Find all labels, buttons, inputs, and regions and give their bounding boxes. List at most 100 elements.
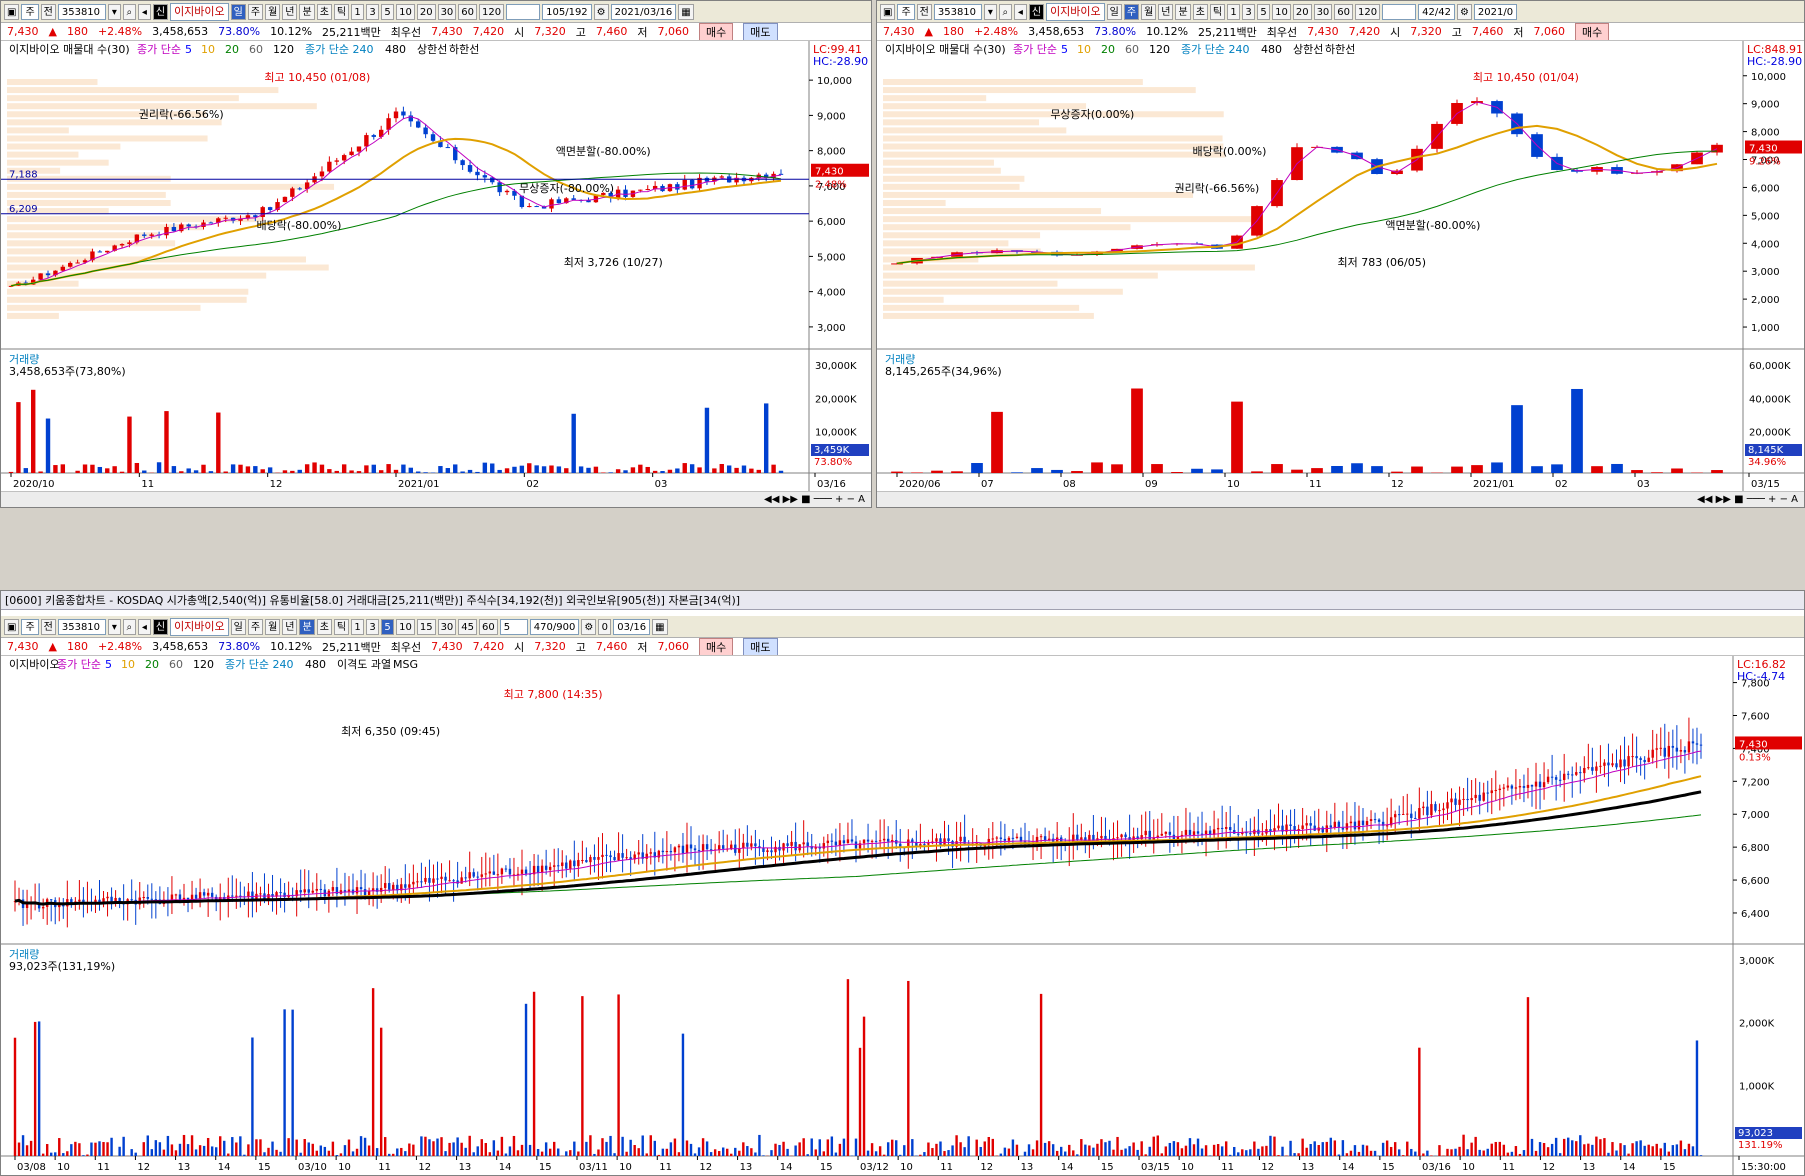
period-year[interactable]: 년 <box>282 618 298 635</box>
ticker-name[interactable]: 이지바이오 <box>170 2 229 21</box>
candle-body <box>1526 784 1530 788</box>
min-5[interactable]: 5 <box>381 618 395 635</box>
num-20[interactable]: 20 <box>416 3 436 20</box>
search-icon[interactable]: ⌕ <box>998 3 1012 20</box>
min-3[interactable]: 3 <box>366 618 380 635</box>
count-input[interactable] <box>1382 3 1417 20</box>
period-month[interactable]: 월 <box>265 3 281 20</box>
num-60[interactable]: 60 <box>1334 3 1354 20</box>
buy-button[interactable]: 매수 <box>699 23 734 40</box>
period-month[interactable]: 월 <box>265 618 281 635</box>
period-second[interactable]: 초 <box>1192 3 1208 20</box>
candle-body <box>665 850 669 853</box>
layout-icon[interactable]: ▣ <box>880 3 896 20</box>
num-10[interactable]: 10 <box>1272 3 1291 20</box>
buy-button[interactable]: 매수 <box>1575 23 1610 40</box>
ticker-name[interactable]: 이지바이오 <box>170 617 229 636</box>
code-input[interactable]: 353810 <box>57 618 106 635</box>
settings-icon[interactable]: ⚙ <box>1456 3 1472 20</box>
sound-icon[interactable]: ◂ <box>137 3 151 20</box>
nav-icons[interactable]: ◀◀ ▶▶ ■ ─── + − A <box>764 494 865 505</box>
num-10[interactable]: 10 <box>396 3 415 20</box>
period-tick[interactable]: 틱 <box>333 618 350 635</box>
period-week[interactable]: 주 <box>1123 3 1140 20</box>
search-icon[interactable]: ⌕ <box>122 3 136 20</box>
left-chart-svg[interactable]: 이지바이오 매물대 수(30) 종가 단순 5 10 20 60 120 종가 단순 240 4… <box>1 41 871 492</box>
period-month[interactable]: 월 <box>1141 3 1157 20</box>
period-week[interactable]: 주 <box>247 3 264 20</box>
nav-icons[interactable]: ◀◀ ▶▶ ■ ─── + − A <box>1697 494 1798 505</box>
all-button[interactable]: 전 <box>40 3 56 20</box>
period-week[interactable]: 주 <box>247 618 264 635</box>
settings-icon[interactable]: ⚙ <box>593 3 609 20</box>
volume-bar <box>890 1139 894 1156</box>
num-3[interactable]: 3 <box>366 3 380 20</box>
period-minute[interactable]: 분 <box>299 618 315 635</box>
checkbox-0[interactable]: 0 <box>598 618 612 635</box>
period-tick[interactable]: 틱 <box>1209 3 1226 20</box>
sell-button[interactable]: 매도 <box>743 23 778 40</box>
calendar-icon[interactable]: ▦ <box>652 618 668 635</box>
date-input[interactable]: 2021/03/16 <box>610 3 677 20</box>
min-15[interactable]: 15 <box>416 618 436 635</box>
num-60[interactable]: 60 <box>458 3 478 20</box>
num-30[interactable]: 30 <box>437 3 457 20</box>
num-120[interactable]: 120 <box>479 3 505 20</box>
period-minute[interactable]: 분 <box>299 3 315 20</box>
buy-button[interactable]: 매수 <box>699 638 734 655</box>
interval-input[interactable]: 5 <box>499 618 528 635</box>
period-day[interactable]: 일 <box>1106 3 1122 20</box>
market-select[interactable]: 주 <box>897 3 915 20</box>
code-input[interactable]: 353810 <box>933 3 982 20</box>
num-3[interactable]: 3 <box>1242 3 1256 20</box>
period-day[interactable]: 일 <box>230 618 246 635</box>
right-scrollbar[interactable]: ◀◀ ▶▶ ■ ─── + − A <box>877 491 1804 507</box>
sell-button[interactable]: 매도 <box>743 638 778 655</box>
dropdown-icon[interactable]: ▾ <box>983 3 997 20</box>
volume-bar <box>593 466 599 473</box>
code-input[interactable]: 353810 <box>57 3 106 20</box>
counter[interactable]: 42/42 <box>1418 3 1455 20</box>
num-20[interactable]: 20 <box>1292 3 1312 20</box>
num-30[interactable]: 30 <box>1313 3 1333 20</box>
count-input[interactable] <box>506 3 541 20</box>
ticker-name[interactable]: 이지바이오 <box>1046 2 1105 21</box>
market-select[interactable]: 주 <box>21 3 39 20</box>
num-5[interactable]: 5 <box>1257 3 1271 20</box>
all-button[interactable]: 전 <box>40 618 56 635</box>
date-input[interactable]: 03/16 <box>613 618 651 635</box>
right-chart-svg[interactable]: 이지바이오 매물대 수(30) 종가 단순 5 10 20 60 120 종가 단순 240 4… <box>877 41 1804 492</box>
calendar-icon[interactable]: ▦ <box>678 3 694 20</box>
period-second[interactable]: 초 <box>316 618 332 635</box>
all-button[interactable]: 전 <box>916 3 932 20</box>
sound-icon[interactable]: ◂ <box>137 618 151 635</box>
layout-icon[interactable]: ▣ <box>4 618 20 635</box>
period-day[interactable]: 일 <box>230 3 246 20</box>
num-1[interactable]: 1 <box>1227 3 1241 20</box>
min-10[interactable]: 10 <box>396 618 415 635</box>
min-60[interactable]: 60 <box>479 618 498 635</box>
sound-icon[interactable]: ◂ <box>1013 3 1027 20</box>
dropdown-icon[interactable]: ▾ <box>107 3 121 20</box>
dropdown-icon[interactable]: ▾ <box>107 618 121 635</box>
period-second[interactable]: 초 <box>316 3 332 20</box>
layout-icon[interactable]: ▣ <box>4 3 20 20</box>
num-1[interactable]: 1 <box>351 3 365 20</box>
search-icon[interactable]: ⌕ <box>122 618 136 635</box>
settings-icon[interactable]: ⚙ <box>581 618 597 635</box>
min-45[interactable]: 45 <box>458 618 478 635</box>
date-input[interactable]: 2021/0 <box>1473 3 1518 20</box>
period-tick[interactable]: 틱 <box>333 3 350 20</box>
counter[interactable]: 470/900 <box>529 618 580 635</box>
min-30[interactable]: 30 <box>437 618 457 635</box>
num-120[interactable]: 120 <box>1355 3 1381 20</box>
market-select[interactable]: 주 <box>21 618 39 635</box>
bottom-chart-svg[interactable]: 이지바이오종가 단순 5 10 20 60 120 종가 단순 240 480 이격도 과열 MS… <box>1 656 1804 1175</box>
period-year[interactable]: 년 <box>282 3 298 20</box>
period-year[interactable]: 년 <box>1158 3 1174 20</box>
left-scrollbar[interactable]: ◀◀ ▶▶ ■ ─── + − A <box>1 491 871 507</box>
counter[interactable]: 105/192 <box>542 3 592 20</box>
num-5[interactable]: 5 <box>381 3 395 20</box>
period-minute[interactable]: 분 <box>1175 3 1191 20</box>
min-1[interactable]: 1 <box>351 618 365 635</box>
